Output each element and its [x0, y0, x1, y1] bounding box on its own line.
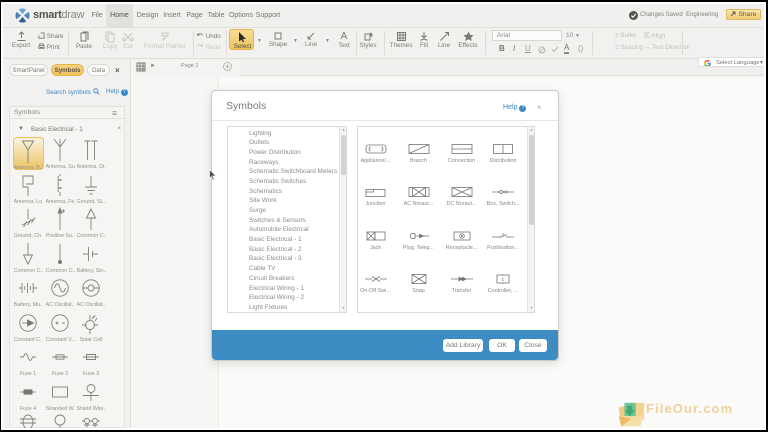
svg-text:c: c — [502, 277, 505, 283]
